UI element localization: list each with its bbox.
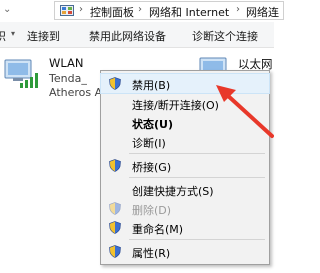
shield-icon (109, 77, 121, 90)
organize-button[interactable]: 组织 (0, 28, 6, 44)
menu-item-bridge[interactable]: 桥接(G) (101, 156, 269, 175)
breadcrumb-separator: › (79, 4, 83, 15)
menu-separator (129, 239, 265, 240)
menu-separator (129, 177, 265, 178)
menu-separator (129, 153, 265, 154)
breadcrumb-network-connections[interactable]: 网络连 (246, 4, 279, 20)
shield-icon (109, 221, 121, 234)
adapter-name: WLAN (49, 56, 84, 70)
connect-to-button[interactable]: 连接到 (27, 28, 60, 44)
breadcrumb-separator: › (138, 4, 142, 15)
address-bar: ⌄ › 控制面板 › 网络和 Internet › 网络连 (0, 0, 284, 23)
wifi-adapter-icon (4, 59, 38, 88)
shield-icon (109, 202, 121, 215)
menu-item-delete: 删除(D) (101, 199, 269, 218)
menu-item-label: 连接/断开连接(O) (132, 99, 219, 112)
command-bar: 组织 ▾ 连接到 禁用此网络设备 诊断这个连接 (0, 22, 274, 48)
menu-item-rename[interactable]: 重命名(M) (101, 218, 269, 237)
menu-item-label: 创建快捷方式(S) (132, 185, 214, 198)
breadcrumb-network-internet[interactable]: 网络和 Internet (149, 4, 229, 20)
menu-item-label: 删除(D) (132, 204, 172, 217)
annotation-arrow-icon (216, 85, 274, 138)
control-panel-icon (60, 5, 74, 16)
menu-item-label: 重命名(M) (132, 223, 184, 236)
menu-item-create-shortcut[interactable]: 创建快捷方式(S) (101, 180, 269, 199)
breadcrumb-separator: › (236, 4, 240, 15)
chevron-down-icon[interactable]: ▾ (11, 29, 15, 38)
breadcrumb-control-panel[interactable]: 控制面板 (90, 4, 134, 20)
shield-icon (109, 159, 121, 172)
menu-item-label: 状态(U) (132, 118, 173, 131)
diagnose-button[interactable]: 诊断这个连接 (192, 28, 258, 44)
menu-item-label: 诊断(I) (132, 137, 166, 150)
adapter-network: Tenda_ (49, 72, 87, 85)
shield-icon (109, 245, 121, 258)
chevron-down-icon[interactable]: ⌄ (3, 4, 13, 16)
disable-device-button[interactable]: 禁用此网络设备 (89, 28, 166, 44)
menu-item-label: 禁用(B) (132, 79, 171, 92)
menu-item-label: 属性(R) (132, 247, 171, 260)
menu-item-label: 桥接(G) (132, 161, 172, 174)
menu-item-properties[interactable]: 属性(R) (101, 242, 269, 261)
